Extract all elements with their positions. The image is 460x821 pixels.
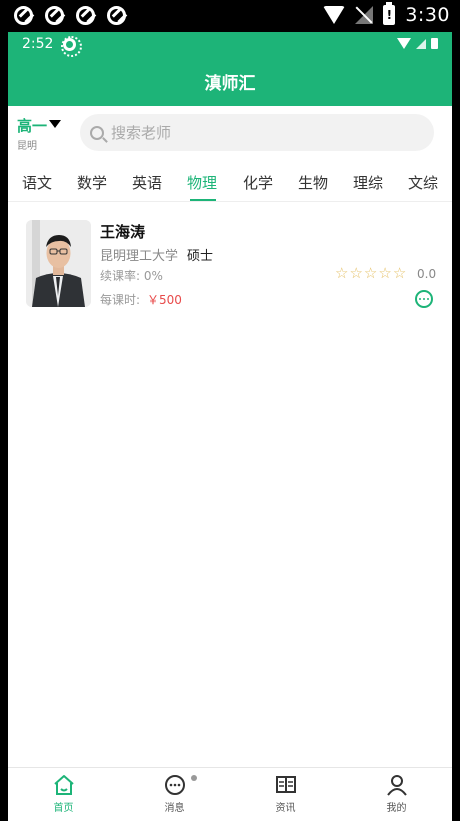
inner-status-bar: 2:52	[22, 35, 83, 57]
nav-home[interactable]: 首页	[8, 768, 119, 821]
tab-arts-combined[interactable]: 文综	[408, 172, 438, 193]
tab-chemistry[interactable]: 化学	[243, 172, 273, 193]
inner-status-icons	[397, 38, 438, 49]
home-icon	[54, 775, 74, 795]
active-tab-indicator	[190, 199, 216, 201]
nav-messages-label: 消息	[164, 803, 185, 814]
notification-icon	[14, 6, 33, 25]
signal-icon	[416, 39, 426, 49]
teacher-card[interactable]: 王海涛 昆明理工大学 硕士 续课率: 0% 每课时: ￥500 ☆ ☆ ☆ ☆ …	[8, 210, 452, 320]
nav-news[interactable]: 资讯	[230, 768, 341, 821]
bottom-navigation: 首页 消息 资讯 我的	[8, 767, 452, 821]
nav-home-label: 首页	[53, 803, 74, 814]
notification-icon	[107, 6, 126, 25]
price-label: 每课时:	[100, 293, 141, 307]
city-label: 昆明	[17, 141, 37, 152]
nav-messages[interactable]: 消息	[119, 768, 230, 821]
tab-math[interactable]: 数学	[77, 172, 107, 193]
battery-icon	[431, 38, 438, 49]
battery-icon: !	[383, 2, 396, 25]
system-indicators: ! 3:30	[323, 2, 450, 26]
star-empty-icon: ☆	[392, 264, 407, 282]
grade-selector[interactable]: 高一 昆明	[17, 115, 62, 152]
teacher-school: 昆明理工大学	[100, 249, 179, 264]
notification-icons	[14, 6, 126, 25]
star-empty-icon: ☆	[363, 264, 378, 282]
search-icon	[90, 125, 104, 140]
renewal-rate: 续课率: 0%	[100, 269, 163, 283]
notification-icon	[76, 6, 95, 25]
app-screen: 2:52 滇师汇 高一 昆明 语文 数学 英语 物理 化学 生物 理综 文综	[8, 32, 452, 821]
price-value: ￥500	[147, 293, 182, 307]
tab-science-combined[interactable]: 理综	[353, 172, 383, 193]
tab-biology[interactable]: 生物	[298, 172, 328, 193]
nav-news-label: 资讯	[275, 803, 296, 814]
notification-icon	[45, 6, 64, 25]
app-header: 2:52 滇师汇	[8, 32, 452, 106]
star-empty-icon: ☆	[378, 264, 392, 282]
person-icon	[387, 775, 407, 796]
nav-profile-label: 我的	[386, 803, 407, 814]
rating-score: 0.0	[417, 267, 437, 281]
tab-physics[interactable]: 物理	[187, 172, 217, 193]
caret-down-icon	[49, 120, 62, 128]
tab-chinese[interactable]: 语文	[22, 172, 52, 193]
unread-dot	[191, 775, 197, 781]
teacher-name: 王海涛	[100, 223, 146, 241]
star-empty-icon: ☆	[349, 264, 363, 282]
page-title: 滇师汇	[204, 74, 256, 94]
system-clock: 3:30	[405, 4, 450, 26]
message-icon	[165, 775, 185, 795]
subject-tabs: 语文 数学 英语 物理 化学 生物 理综 文综	[8, 158, 452, 202]
search-row: 高一 昆明	[8, 106, 452, 158]
gear-icon	[61, 35, 83, 57]
star-empty-icon: ☆	[335, 264, 349, 282]
search-input[interactable]	[111, 123, 411, 142]
star-rating: ☆ ☆ ☆ ☆ ☆	[335, 266, 406, 281]
chat-bubble-icon[interactable]	[415, 290, 433, 308]
nav-profile[interactable]: 我的	[341, 768, 452, 821]
system-status-bar: ! 3:30	[0, 0, 460, 32]
book-icon	[276, 776, 296, 793]
inner-clock: 2:52	[22, 36, 54, 52]
no-signal-icon	[355, 6, 374, 24]
tab-english[interactable]: 英语	[132, 172, 162, 193]
wifi-icon	[397, 38, 411, 49]
teacher-photo	[26, 220, 91, 307]
wifi-icon	[323, 6, 346, 24]
search-bar[interactable]	[80, 114, 434, 151]
teacher-degree: 硕士	[187, 249, 214, 264]
teacher-avatar	[26, 220, 91, 307]
battery-alert-mark: !	[386, 8, 393, 22]
grade-label: 高一	[17, 117, 48, 135]
